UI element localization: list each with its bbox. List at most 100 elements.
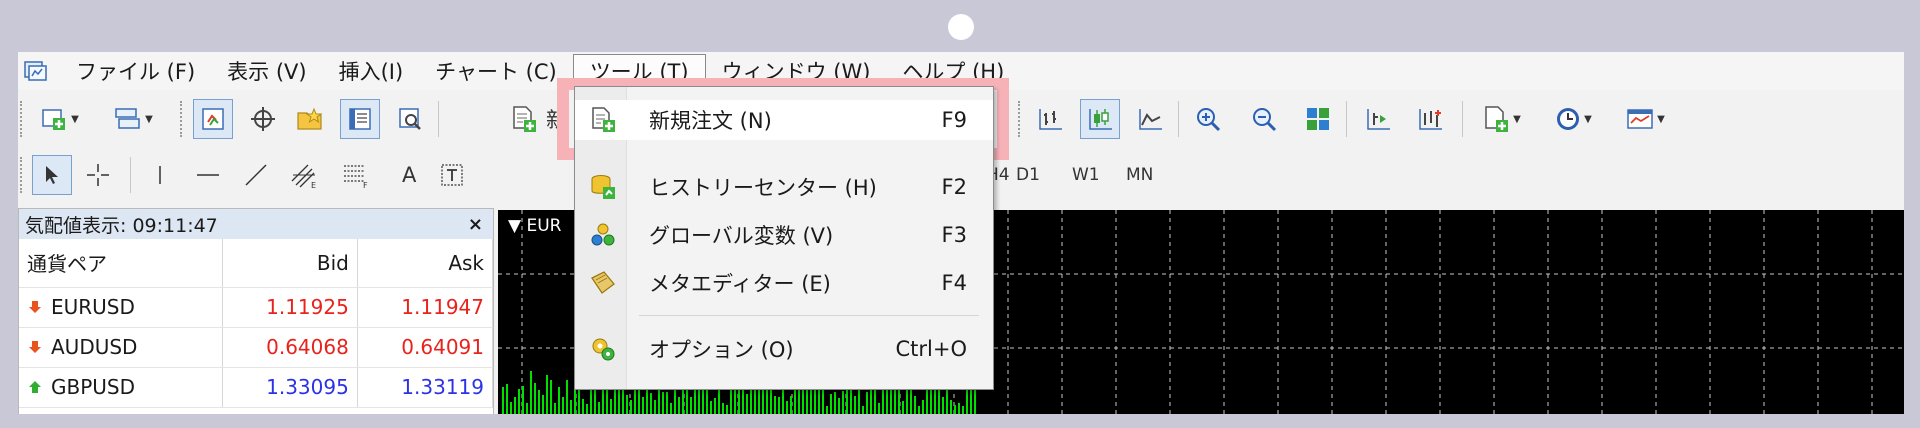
new-chart-button[interactable]: ▼ (30, 99, 88, 139)
arrow-up-icon (29, 381, 41, 393)
column-header-symbol[interactable]: 通貨ペア (19, 239, 223, 288)
new-order-icon (513, 106, 536, 132)
price-bar (878, 403, 880, 414)
toolbar-grip[interactable] (20, 157, 24, 193)
price-bar (842, 391, 844, 414)
ask-value: 0.64091 (357, 327, 494, 368)
price-bar (602, 389, 604, 414)
vertical-line-button[interactable] (140, 155, 180, 195)
new-order-toolbar-button[interactable] (502, 99, 546, 139)
menu-item-options[interactable]: オプション (O) Ctrl+O (575, 329, 993, 369)
text-tool-button[interactable]: A (402, 155, 416, 195)
price-bar (554, 403, 556, 414)
menu-item-new-order[interactable]: 新規注文 (N) F9 (575, 100, 993, 140)
cursor-tool-button[interactable] (32, 155, 72, 195)
data-window-button[interactable] (243, 99, 283, 139)
toolbar-separator (1346, 101, 1347, 137)
navigator-button[interactable] (290, 99, 330, 139)
symbol-name: AUDUSD (51, 335, 138, 359)
price-bar (730, 390, 732, 414)
menu-item-shortcut: F3 (941, 223, 967, 247)
price-bar (578, 387, 580, 414)
chart-symbol-label: ▼ EUR (508, 216, 562, 236)
market-watch-toggle-button[interactable] (193, 99, 233, 139)
menu-separator (639, 315, 979, 316)
horizontal-line-button[interactable] (188, 155, 228, 195)
candlestick-chart-button[interactable] (1080, 99, 1120, 139)
bid-value: 0.64068 (222, 327, 358, 368)
price-bar (766, 388, 768, 414)
toolbar-grip[interactable] (1018, 101, 1022, 137)
price-bar (650, 393, 652, 414)
menu-view[interactable]: 表示 (V) (211, 54, 322, 88)
templates-button[interactable]: ▼ (1616, 99, 1674, 139)
price-bar (710, 401, 712, 414)
price-bar (958, 403, 960, 414)
auto-scroll-icon (1367, 109, 1390, 130)
price-bar (586, 404, 588, 414)
tile-windows-button[interactable] (1298, 99, 1338, 139)
column-header-ask[interactable]: Ask (357, 239, 494, 288)
fibonacci-button[interactable]: F (336, 155, 376, 195)
toolbar-grip[interactable] (180, 101, 184, 137)
close-icon[interactable]: × (468, 214, 483, 235)
price-bar (826, 406, 828, 414)
terminal-icon (349, 108, 371, 130)
price-bar (534, 383, 536, 414)
menu-item-meta-editor[interactable]: メタエディター (E) F4 (575, 263, 993, 303)
price-bar (666, 392, 668, 414)
zoom-out-button[interactable] (1244, 99, 1284, 139)
market-watch-titlebar: 気配値表示: 09:11:47 × (19, 209, 493, 239)
price-bar (562, 397, 564, 414)
column-header-bid[interactable]: Bid (222, 239, 358, 288)
price-bar (830, 394, 832, 414)
horizontal-line-icon (197, 174, 219, 176)
profiles-button[interactable]: ▼ (104, 99, 162, 139)
timeframe-d1[interactable]: D1 (1016, 155, 1040, 195)
menu-chart[interactable]: チャート (C) (419, 54, 573, 88)
market-watch-panel: 気配値表示: 09:11:47 × 通貨ペア Bid Ask EURUSD 1.… (18, 208, 494, 414)
market-watch-icon (202, 108, 224, 130)
menu-file[interactable]: ファイル (F) (60, 54, 211, 88)
menu-insert[interactable]: 挿入(I) (323, 54, 420, 88)
market-watch-title: 気配値表示: 09:11:47 (25, 214, 218, 237)
bar-chart-button[interactable] (1030, 99, 1070, 139)
terminal-button[interactable] (340, 99, 380, 139)
meta-editor-icon (587, 267, 619, 299)
price-bar (874, 389, 876, 414)
timeframe-w1[interactable]: W1 (1072, 155, 1100, 195)
indicators-button[interactable]: ▼ (1472, 99, 1530, 139)
auto-scroll-button[interactable] (1358, 99, 1398, 139)
indicators-icon (1485, 106, 1509, 132)
mt4-window: ファイル (F) 表示 (V) 挿入(I) チャート (C) ツール (T) ウ… (18, 52, 1904, 414)
zoom-in-button[interactable] (1188, 99, 1228, 139)
price-bar (654, 400, 656, 414)
strategy-tester-button[interactable] (390, 99, 430, 139)
price-bar (662, 392, 664, 414)
table-row[interactable]: EURUSD 1.11925 1.11947 (19, 287, 494, 328)
text-label-button[interactable] (432, 155, 472, 195)
timeframe-mn[interactable]: MN (1126, 155, 1153, 195)
price-bar (902, 401, 904, 414)
price-bar (722, 403, 724, 414)
price-bar (698, 390, 700, 414)
price-bar (570, 400, 572, 414)
svg-text:E: E (311, 181, 316, 189)
line-chart-button[interactable] (1130, 99, 1170, 139)
trendline-button[interactable] (236, 155, 276, 195)
price-bar (614, 390, 616, 414)
camera-dot (948, 14, 974, 40)
app-icon[interactable] (22, 58, 48, 84)
crosshair-tool-button[interactable] (78, 155, 118, 195)
table-row[interactable]: AUDUSD 0.64068 0.64091 (19, 327, 494, 368)
equidistant-channel-button[interactable]: E (284, 155, 324, 195)
chart-shift-button[interactable] (1410, 99, 1450, 139)
menu-item-global-variables[interactable]: グローバル変数 (V) F3 (575, 215, 993, 255)
price-bar (778, 397, 780, 414)
price-bar (630, 400, 632, 414)
toolbar-grip[interactable] (20, 101, 24, 137)
table-row[interactable]: GBPUSD 1.33095 1.33119 (19, 367, 494, 408)
menu-item-history-center[interactable]: ヒストリーセンター (H) F2 (575, 167, 993, 207)
periodicity-button[interactable]: ▼ (1544, 99, 1602, 139)
price-bar (582, 399, 584, 414)
